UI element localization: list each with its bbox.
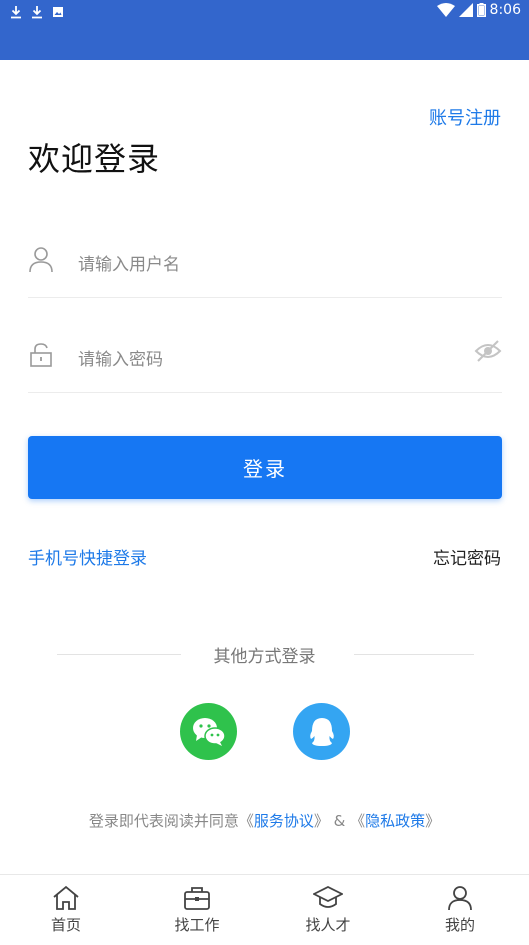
download-icon — [32, 6, 42, 19]
qq-icon — [309, 717, 334, 746]
wechat-icon — [192, 717, 226, 746]
privacy-policy-link[interactable]: 隐私政策 — [365, 812, 425, 830]
password-input[interactable] — [78, 345, 458, 375]
image-icon — [53, 7, 63, 17]
user-icon — [448, 886, 472, 911]
bracket-close: 》 — [313, 812, 329, 830]
tab-find-talent-label: 找人才 — [305, 916, 351, 934]
battery-icon — [476, 3, 486, 17]
login-button[interactable]: 登录 — [28, 436, 502, 499]
system-status: 8:06 — [436, 2, 521, 18]
qq-login-button[interactable] — [293, 703, 350, 760]
status-time: 8:06 — [489, 2, 521, 18]
graduation-cap-icon — [313, 885, 343, 908]
agreement-text: 登录即代表阅读并同意《服务协议》 & 《隐私政策》 — [0, 810, 529, 831]
home-icon — [53, 885, 79, 910]
page-title: 欢迎登录 — [28, 140, 161, 178]
bracket-open: 《 — [238, 812, 254, 830]
tab-mine-label: 我的 — [444, 916, 475, 934]
bracket-close: 》 — [425, 812, 441, 830]
tab-home[interactable]: 首页 — [26, 875, 106, 945]
tab-home-label: 首页 — [50, 916, 81, 934]
wechat-login-button[interactable] — [180, 703, 237, 760]
download-icon — [11, 6, 21, 19]
password-row — [28, 333, 502, 393]
username-row — [28, 238, 502, 298]
forgot-password-link[interactable]: 忘记密码 — [433, 544, 501, 569]
bracket-open: 《 — [350, 812, 366, 830]
user-icon — [29, 247, 53, 273]
eye-off-icon[interactable] — [474, 339, 502, 363]
register-link[interactable]: 账号注册 — [429, 104, 501, 130]
tab-find-job-label: 找工作 — [174, 916, 220, 934]
wifi-icon — [436, 3, 455, 17]
phone-quick-login-link[interactable]: 手机号快捷登录 — [28, 544, 147, 569]
service-agreement-link[interactable]: 服务协议 — [254, 812, 314, 830]
tab-mine[interactable]: 我的 — [420, 875, 500, 945]
username-input[interactable] — [78, 250, 458, 280]
notification-icons — [10, 5, 64, 19]
status-bar: 8:06 — [0, 0, 529, 60]
tab-find-talent[interactable]: 找人才 — [288, 875, 368, 945]
signal-icon — [458, 3, 473, 17]
bottom-tab-bar: 首页 找工作 找人才 我的 — [0, 874, 529, 945]
agreement-prefix: 登录即代表阅读并同意 — [88, 812, 239, 830]
tab-find-job[interactable]: 找工作 — [157, 875, 237, 945]
divider-right — [354, 654, 474, 655]
briefcase-icon — [184, 887, 210, 910]
lock-icon — [30, 343, 52, 367]
ampersand: & — [328, 812, 351, 830]
